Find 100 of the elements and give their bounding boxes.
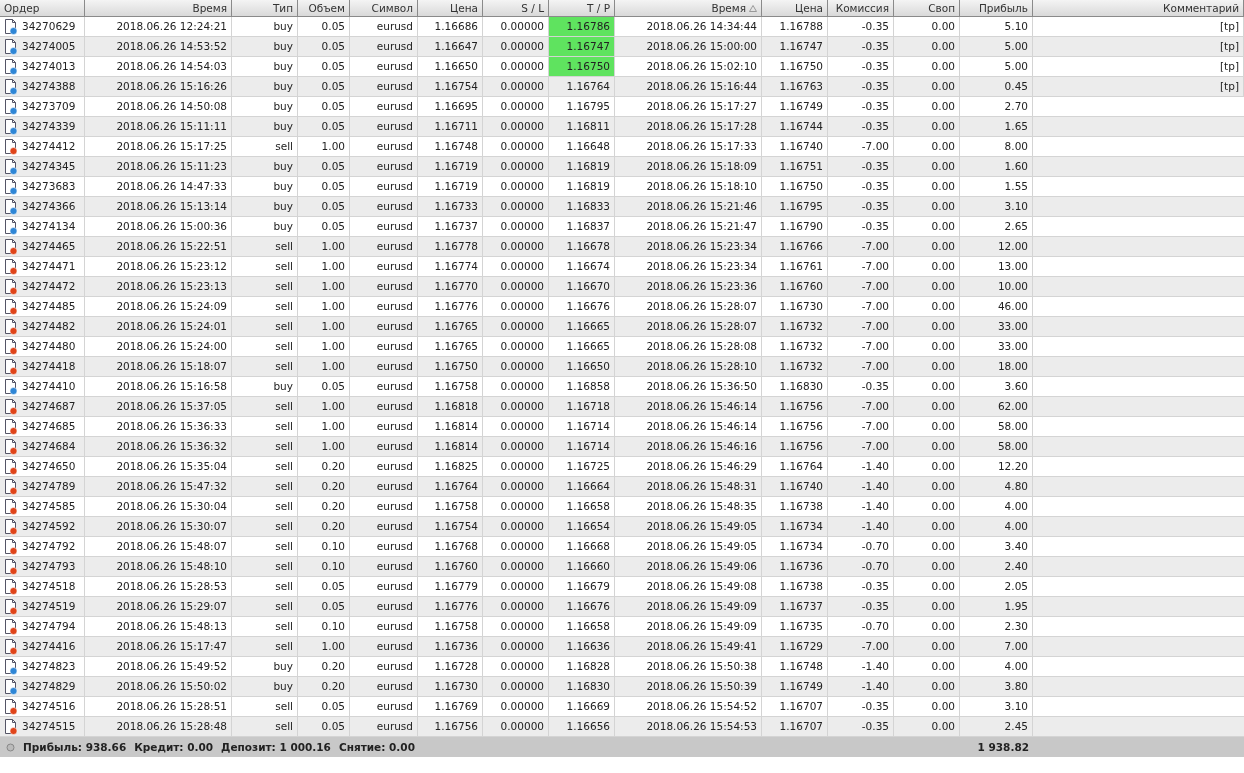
table-cell-text: 34274345 xyxy=(22,159,76,174)
document-icon xyxy=(4,238,18,255)
table-cell: 1.16811 xyxy=(549,117,615,136)
table-cell: 1.16732 xyxy=(762,317,828,336)
table-cell: 0.10 xyxy=(298,557,350,576)
table-cell: 1.16738 xyxy=(762,577,828,596)
table-cell: 4.80 xyxy=(960,477,1033,496)
table-cell: 10.00 xyxy=(960,277,1033,296)
table-cell: 1.16819 xyxy=(549,157,615,176)
table-cell: sell xyxy=(232,297,298,316)
table-cell: 33.00 xyxy=(960,337,1033,356)
column-header[interactable]: Своп xyxy=(894,0,960,17)
table-cell: 1.16714 xyxy=(549,437,615,456)
table-cell: 2018.06.26 15:13:14 xyxy=(85,197,232,216)
table-cell: 2018.06.26 15:46:14 xyxy=(615,417,762,436)
table-cell: 1.16740 xyxy=(762,137,828,156)
table-cell: 1.16758 xyxy=(418,377,483,396)
table-cell-text: 34274592 xyxy=(22,519,76,534)
table-cell: sell xyxy=(232,277,298,296)
table-cell: 1.00 xyxy=(298,417,350,436)
table-cell: -7.00 xyxy=(828,397,894,416)
table-cell: eurusd xyxy=(350,257,418,276)
table-cell: 1.16756 xyxy=(762,437,828,456)
table-cell: 0.00000 xyxy=(483,117,549,136)
column-header[interactable]: Комиссия xyxy=(828,0,894,17)
document-icon xyxy=(4,478,18,495)
column-header[interactable]: Цена xyxy=(418,0,483,17)
table-cell: 2018.06.26 15:46:14 xyxy=(615,397,762,416)
table-cell: 0.00000 xyxy=(483,597,549,616)
table-cell: 1.16774 xyxy=(418,257,483,276)
table-cell: eurusd xyxy=(350,417,418,436)
table-cell: eurusd xyxy=(350,357,418,376)
table-cell: 0.05 xyxy=(298,97,350,116)
table-cell: 0.00 xyxy=(894,317,960,336)
table-cell: 0.00000 xyxy=(483,177,549,196)
table-cell: 3.40 xyxy=(960,537,1033,556)
table-cell: 1.16686 xyxy=(418,17,483,36)
column-header[interactable]: Символ xyxy=(350,0,418,17)
table-cell: 0.00000 xyxy=(483,557,549,576)
column-header[interactable]: Время xyxy=(615,0,762,17)
table-cell: 0.00000 xyxy=(483,317,549,336)
table-cell: sell xyxy=(232,537,298,556)
table-cell: 0.05 xyxy=(298,157,350,176)
table-cell: 58.00 xyxy=(960,417,1033,436)
table-cell: eurusd xyxy=(350,157,418,176)
table-cell: eurusd xyxy=(350,197,418,216)
table-cell: 1.16814 xyxy=(418,417,483,436)
table-cell: 0.00000 xyxy=(483,157,549,176)
document-icon xyxy=(4,338,18,355)
table-cell: 2018.06.26 14:47:33 xyxy=(85,177,232,196)
table-cell: 0.05 xyxy=(298,117,350,136)
table-cell: 1.16650 xyxy=(418,57,483,76)
table-cell: 0.05 xyxy=(298,77,350,96)
column-header[interactable]: S / L xyxy=(483,0,549,17)
table-cell: 1.16761 xyxy=(762,257,828,276)
table-cell: 0.00000 xyxy=(483,237,549,256)
table-cell: 2018.06.26 15:23:34 xyxy=(615,257,762,276)
table-cell: 0.05 xyxy=(298,697,350,716)
column-header[interactable]: Время xyxy=(85,0,232,17)
table-cell: 2018.06.26 15:30:04 xyxy=(85,497,232,516)
table-cell: [tp] xyxy=(1033,57,1244,76)
table-cell: 1.16776 xyxy=(418,297,483,316)
column-header[interactable]: T / P xyxy=(549,0,615,17)
table-cell: 2018.06.26 15:00:00 xyxy=(615,37,762,56)
table-cell: 2018.06.26 15:24:00 xyxy=(85,337,232,356)
table-cell: 2.45 xyxy=(960,717,1033,736)
table-cell: 2018.06.26 15:17:27 xyxy=(615,97,762,116)
table-cell: 2018.06.26 15:49:41 xyxy=(615,637,762,656)
table-cell: buy xyxy=(232,17,298,36)
table-cell: eurusd xyxy=(350,317,418,336)
table-cell: 2018.06.26 15:11:23 xyxy=(85,157,232,176)
column-header[interactable]: Прибыль xyxy=(960,0,1033,17)
table-cell: 1.16740 xyxy=(762,477,828,496)
table-cell: 4.00 xyxy=(960,517,1033,536)
table-cell: eurusd xyxy=(350,277,418,296)
table-cell: buy xyxy=(232,677,298,696)
column-header[interactable]: Объем xyxy=(298,0,350,17)
document-icon xyxy=(4,718,18,735)
table-cell: -0.70 xyxy=(828,617,894,636)
table-cell: 8.00 xyxy=(960,137,1033,156)
column-header[interactable]: Тип xyxy=(232,0,298,17)
column-header[interactable]: Цена xyxy=(762,0,828,17)
column-header[interactable]: Ордер xyxy=(0,0,85,17)
table-cell: eurusd xyxy=(350,397,418,416)
table-cell: 5.00 xyxy=(960,37,1033,56)
table-cell: 0.00 xyxy=(894,417,960,436)
table-cell: 2018.06.26 15:50:02 xyxy=(85,677,232,696)
table-cell-text: 34274339 xyxy=(22,119,76,134)
table-cell: 0.10 xyxy=(298,617,350,636)
table-cell: 1.16695 xyxy=(418,97,483,116)
column-header[interactable]: Комментарий xyxy=(1033,0,1244,17)
table-cell-text: 34274794 xyxy=(22,619,76,634)
table-cell: eurusd xyxy=(350,217,418,236)
table-cell: 1.16670 xyxy=(549,277,615,296)
table-cell-text: 34274472 xyxy=(22,279,76,294)
table-cell: 2018.06.26 15:21:46 xyxy=(615,197,762,216)
table-cell: 0.00 xyxy=(894,177,960,196)
document-icon xyxy=(4,658,18,675)
table-cell: 12.20 xyxy=(960,457,1033,476)
table-cell-text: 34274650 xyxy=(22,459,76,474)
